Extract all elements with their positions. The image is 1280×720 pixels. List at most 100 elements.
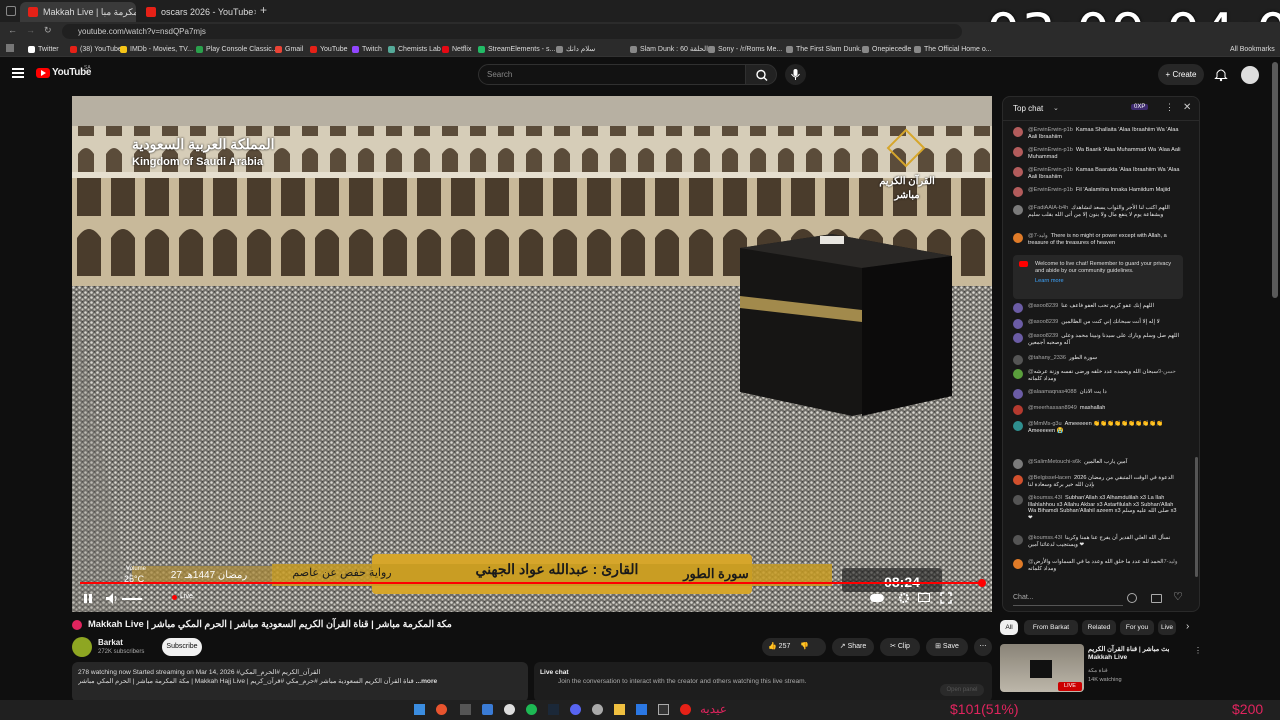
heart-icon[interactable]: ♡ [1173, 590, 1183, 603]
progress-track[interactable] [80, 582, 984, 584]
video-thumbnail[interactable]: LIVE [1000, 644, 1084, 692]
top-chat-dropdown[interactable]: Top chat [1013, 104, 1043, 113]
recommended-video[interactable]: LIVE بث مباشر | قناة القرآن الكريم Makka… [1000, 644, 1202, 694]
bookmark-item[interactable]: Sony - /r/Roms Me... [708, 43, 782, 55]
reload-icon[interactable]: ↻ [44, 25, 52, 36]
tab-oscars[interactable]: oscars 2026 - YouTube ✕ [138, 2, 256, 22]
bookmark-item[interactable]: Twitter [28, 43, 59, 55]
channel-name[interactable]: Barkat [98, 638, 123, 647]
app-icon[interactable] [658, 704, 669, 715]
create-button[interactable]: + Create [1158, 64, 1204, 85]
brave-browser-icon[interactable] [436, 704, 447, 715]
bookmark-item[interactable]: Gmail [275, 43, 303, 55]
bookmark-item[interactable]: Chemists Lab [388, 43, 441, 55]
bookmark-item[interactable]: سلام دانك [556, 43, 595, 55]
like-count[interactable]: 257 [779, 643, 791, 650]
video-player[interactable]: المملكة العربية السعودية Kingdom of Saud… [72, 96, 992, 612]
notifications-bell-icon[interactable] [1214, 66, 1228, 82]
bookmark-item[interactable]: Onepiecedle [862, 43, 911, 55]
chip-from-barkat[interactable]: From Barkat [1024, 620, 1078, 635]
chip-for-you[interactable]: For you [1120, 620, 1154, 635]
app-icon[interactable] [460, 704, 471, 715]
apps-icon[interactable] [6, 44, 14, 52]
save-button[interactable]: ⊞ Save [926, 638, 968, 656]
bookmark-item[interactable]: YouTube [310, 43, 348, 55]
close-icon[interactable]: ✕ [253, 8, 256, 17]
voice-search-button[interactable] [785, 64, 806, 85]
chip-all[interactable]: All [1000, 620, 1018, 635]
progress-scrubber[interactable] [978, 579, 986, 587]
thumbs-down-icon[interactable]: 👎 [800, 643, 809, 650]
forward-icon[interactable]: → [26, 25, 35, 35]
share-button[interactable]: ↗ Share [832, 638, 874, 656]
discord-icon[interactable] [570, 704, 581, 715]
chat-scrollbar[interactable] [1195, 457, 1198, 577]
app-icon[interactable] [482, 704, 493, 715]
bookmark-item[interactable]: Twitch [352, 43, 382, 55]
settings-gear-icon[interactable] [898, 592, 910, 604]
app-icon[interactable] [504, 704, 515, 715]
bookmark-item[interactable]: (38) YouTube [70, 43, 122, 55]
tab-makkah-live[interactable]: Makkah Live | مكة المكرمة مبا ✕ [20, 2, 136, 22]
open-panel-button[interactable]: Open panel [940, 684, 984, 696]
autoplay-toggle[interactable] [870, 594, 884, 602]
chip-related[interactable]: Related [1082, 620, 1116, 635]
pause-icon[interactable] [84, 594, 87, 603]
back-icon[interactable]: ← [8, 25, 17, 35]
bookmark-item[interactable]: Netflix [442, 43, 471, 55]
search-button[interactable] [745, 64, 777, 85]
super-chat-icon[interactable] [1151, 594, 1162, 603]
file-explorer-icon[interactable] [614, 704, 625, 715]
steam-icon[interactable] [548, 704, 559, 715]
avatar[interactable] [1241, 66, 1259, 84]
url-field[interactable]: youtube.com/watch?v=nsdQPa7mjs [62, 24, 962, 39]
channel-avatar[interactable] [72, 637, 92, 657]
thumbs-up-icon[interactable]: 👍 [768, 643, 777, 650]
reco-channel[interactable]: قناة مكة [1088, 668, 1108, 674]
volume-slider[interactable] [122, 598, 142, 600]
points-badge[interactable]: 0XP [1131, 104, 1149, 110]
banner-date: 27 رمضان 1447هـ [170, 570, 248, 581]
more-actions-button[interactable]: ⋯ [974, 638, 992, 656]
menu-icon[interactable] [12, 68, 24, 78]
learn-more-link[interactable]: Learn more [1035, 278, 1177, 285]
chat-message: @alaamaqnas4088 دا يت الاذان [1013, 389, 1181, 399]
bookmark-item[interactable]: StreamElements - s... [478, 43, 555, 55]
volume-icon[interactable] [106, 593, 118, 604]
chip-live[interactable]: Live [1158, 620, 1176, 635]
description-box[interactable]: 278 watching now Started streaming on Ma… [72, 662, 528, 702]
bookmark-item[interactable]: IMDb - Movies, TV... [120, 43, 193, 55]
new-tab-button[interactable]: + [260, 3, 267, 17]
app-icon[interactable] [592, 704, 603, 715]
search-input[interactable]: Search [478, 64, 746, 85]
chat-input[interactable]: Chat... [1013, 590, 1123, 606]
windows-start-icon[interactable] [414, 704, 425, 715]
chevron-down-icon[interactable]: ⌄ [1053, 104, 1059, 112]
reco-title[interactable]: بث مباشر | قناة القرآن الكريم Makkah Liv… [1088, 646, 1192, 662]
bookmark-item[interactable]: The First Slam Dunk... [786, 43, 866, 55]
clip-button[interactable]: ✂ Clip [880, 638, 920, 656]
player-controls: Live [72, 579, 992, 612]
bookmark-item[interactable]: Slam Dunk : 60 الحلقة [630, 43, 708, 55]
more-options-icon[interactable]: ⋮ [1194, 646, 1202, 655]
bookmark-item[interactable]: The Official Home o... [914, 43, 992, 55]
subscribe-button[interactable]: Subscribe [162, 638, 202, 656]
bookmark-item[interactable]: Play Console Classic... [196, 43, 278, 55]
chat-message: @asoo8239 لا إله إلا أنت سبحانك إني كنت م… [1013, 319, 1181, 329]
fullscreen-icon[interactable] [940, 592, 952, 604]
app-icon[interactable] [680, 704, 691, 715]
live-label[interactable]: Live [180, 593, 193, 600]
emoji-icon[interactable] [1127, 593, 1137, 603]
chat-welcome-notice: Welcome to live chat! Remember to guard … [1013, 255, 1183, 299]
tab-menu-icon[interactable] [6, 6, 16, 16]
chevron-right-icon[interactable]: › [1186, 621, 1189, 632]
close-icon[interactable]: ✕ [1183, 102, 1191, 113]
app-icon[interactable] [636, 704, 647, 715]
theater-mode-icon[interactable] [918, 593, 930, 602]
bookmark-item[interactable]: All Bookmarks [1230, 43, 1275, 55]
spotify-icon[interactable] [526, 704, 537, 715]
more-options-icon[interactable]: ⋮ [1165, 102, 1174, 113]
more-link[interactable]: ...more [416, 678, 438, 685]
page-scrollbar[interactable] [1272, 62, 1278, 298]
youtube-logo-icon[interactable] [36, 68, 50, 78]
